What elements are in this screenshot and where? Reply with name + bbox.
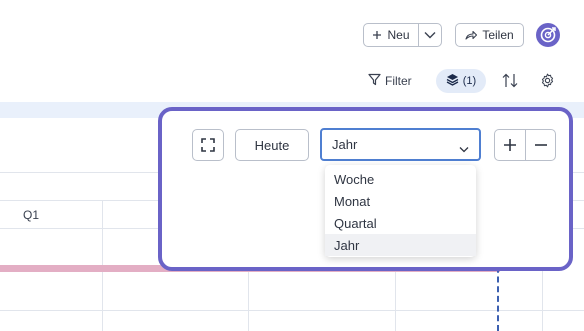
layers-icon: [446, 73, 459, 89]
filter-icon: [368, 73, 381, 89]
new-button-label: Neu: [387, 28, 410, 42]
fullscreen-button[interactable]: [192, 129, 224, 161]
zoom-level-value: Jahr: [332, 137, 358, 152]
chevron-down-icon: [424, 31, 436, 39]
avatar[interactable]: [536, 23, 560, 47]
layers-button[interactable]: (1): [436, 69, 486, 93]
filter-button[interactable]: Filter: [368, 73, 412, 89]
zoom-level-dropdown: Woche Monat Quartal Jahr: [325, 165, 476, 257]
new-dropdown-button[interactable]: [418, 23, 442, 47]
zoom-in-button[interactable]: [494, 129, 526, 161]
new-button[interactable]: Neu: [363, 23, 419, 47]
sort-arrows-icon: [502, 73, 518, 92]
zoom-out-button[interactable]: [525, 129, 556, 161]
layers-count: (1): [462, 75, 477, 87]
sort-button[interactable]: [502, 73, 518, 93]
plus-icon: [372, 30, 382, 40]
zoom-option-week[interactable]: Woche: [325, 168, 476, 190]
quarter-label: Q1: [23, 208, 40, 222]
share-button-label: Teilen: [482, 28, 514, 42]
today-button-label: Heute: [254, 137, 290, 153]
share-arrow-icon: [465, 30, 478, 40]
gear-icon: [540, 73, 555, 92]
target-icon: [536, 23, 560, 51]
plus-icon: [503, 138, 517, 152]
today-button[interactable]: Heute: [235, 129, 309, 161]
settings-button[interactable]: [540, 73, 555, 93]
filter-label: Filter: [385, 74, 412, 88]
share-button[interactable]: Teilen: [455, 23, 524, 47]
top-header: Neu Teilen Filter (1): [0, 0, 584, 102]
fullscreen-icon: [201, 138, 215, 152]
zoom-level-select[interactable]: Jahr: [320, 128, 481, 161]
zoom-option-quarter[interactable]: Quartal: [325, 212, 476, 234]
chevron-down-icon: [459, 141, 469, 156]
minus-icon: [534, 138, 548, 152]
zoom-option-year[interactable]: Jahr: [325, 234, 476, 256]
zoom-option-month[interactable]: Monat: [325, 190, 476, 212]
